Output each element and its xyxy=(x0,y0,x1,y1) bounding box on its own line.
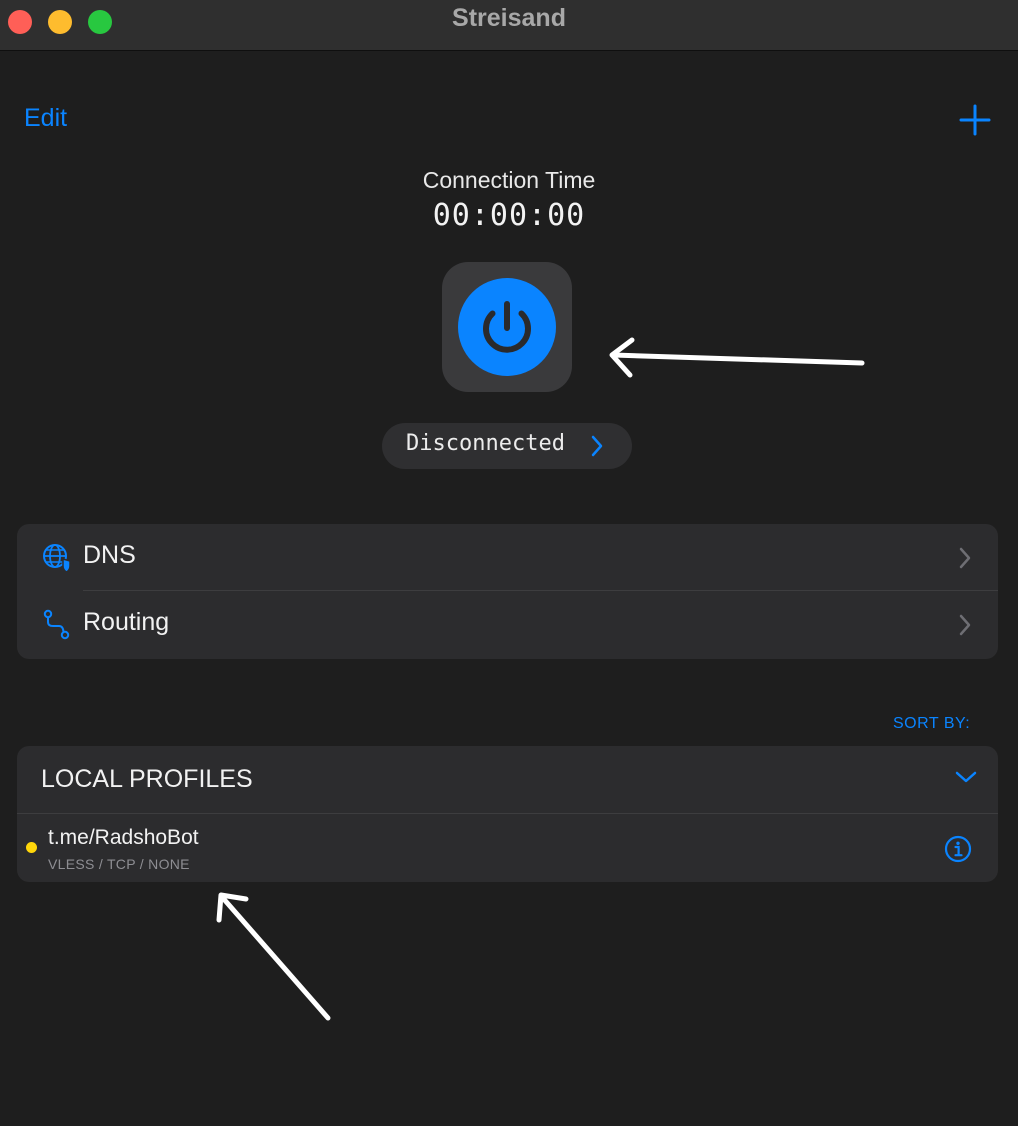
arrow-annotation-profile xyxy=(216,892,331,1021)
edit-button[interactable]: Edit xyxy=(24,104,67,133)
profiles-section-header[interactable]: LOCAL PROFILES xyxy=(17,746,998,813)
sort-by-button[interactable]: SORT BY: xyxy=(893,715,970,733)
connection-status-label: Disconnected xyxy=(406,431,565,456)
route-icon xyxy=(43,609,70,640)
chevron-down-icon xyxy=(955,771,977,783)
plus-icon xyxy=(959,104,991,136)
profiles-card: LOCAL PROFILES t.me/RadshoBot VLESS / TC… xyxy=(17,746,998,882)
arrow-annotation-power xyxy=(609,337,865,378)
settings-row-routing[interactable]: Routing xyxy=(17,591,998,658)
window-title: Streisand xyxy=(452,4,566,32)
title-bar: Streisand xyxy=(0,0,1018,51)
power-button[interactable] xyxy=(442,262,572,392)
chevron-right-icon xyxy=(591,435,603,457)
globe-shield-icon xyxy=(43,544,71,573)
connection-status-button[interactable]: Disconnected xyxy=(382,423,632,469)
info-icon[interactable] xyxy=(943,834,973,864)
profile-protocol: VLESS / TCP / NONE xyxy=(48,856,190,872)
connection-time-value: 00:00:00 xyxy=(432,198,586,233)
status-dot xyxy=(26,842,37,853)
settings-row-label: Routing xyxy=(83,608,170,636)
settings-row-label: DNS xyxy=(83,541,136,569)
connection-time-label: Connection Time xyxy=(422,167,596,193)
power-button-circle xyxy=(458,278,556,376)
chevron-right-icon xyxy=(959,547,971,569)
settings-card: DNS Routing xyxy=(17,524,998,659)
settings-row-dns[interactable]: DNS xyxy=(17,524,998,591)
power-icon xyxy=(483,301,531,353)
profile-row[interactable]: t.me/RadshoBot VLESS / TCP / NONE xyxy=(17,814,998,882)
profile-name: t.me/RadshoBot xyxy=(48,826,199,849)
chevron-right-icon xyxy=(959,614,971,636)
add-button[interactable] xyxy=(958,103,992,137)
profiles-section-title: LOCAL PROFILES xyxy=(41,765,253,793)
